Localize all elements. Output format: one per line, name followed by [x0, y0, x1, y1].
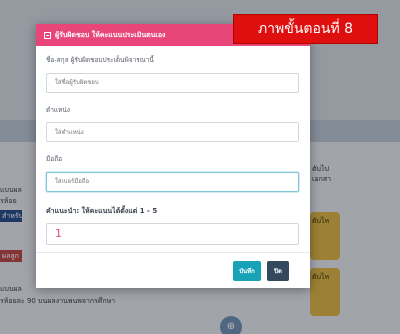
modal-footer: บันทึก ปิด: [36, 252, 310, 288]
position-input[interactable]: [46, 122, 299, 142]
step-badge: ภาพขั้นตอนที่ 8: [233, 14, 378, 44]
self-assessment-modal: ผู้รับผิดชอบ ให้คะแนนประเมินตนเอง ชื่อ-ส…: [36, 24, 310, 288]
close-button[interactable]: ปิด: [267, 261, 289, 281]
modal-body: ชื่อ-สกุล ผู้รับผิดชอบประเด็นพิจารณานี้ …: [36, 46, 310, 245]
responsible-name-input[interactable]: [46, 72, 299, 93]
mobile-input[interactable]: [46, 171, 299, 192]
screenshot-stage: แบบผล รห้อย สำหรับ ผลลูกค แบบผล รห้อยละ …: [0, 0, 400, 334]
form-icon: [44, 31, 51, 39]
save-button[interactable]: บันทึก: [233, 261, 261, 281]
score-input[interactable]: 1: [46, 222, 299, 245]
score-hint-label: คำแนะนำ: ให้คะแนนได้ตั้งแต่ 1 - 5: [46, 206, 158, 215]
position-label: ตำแหน่ง: [46, 105, 70, 114]
responsible-name-label: ชื่อ-สกุล ผู้รับผิดชอบประเด็นพิจารณานี้: [46, 56, 154, 64]
modal-title: ผู้รับผิดชอบ ให้คะแนนประเมินตนเอง: [55, 30, 166, 39]
mobile-label: มือถือ: [46, 155, 63, 163]
